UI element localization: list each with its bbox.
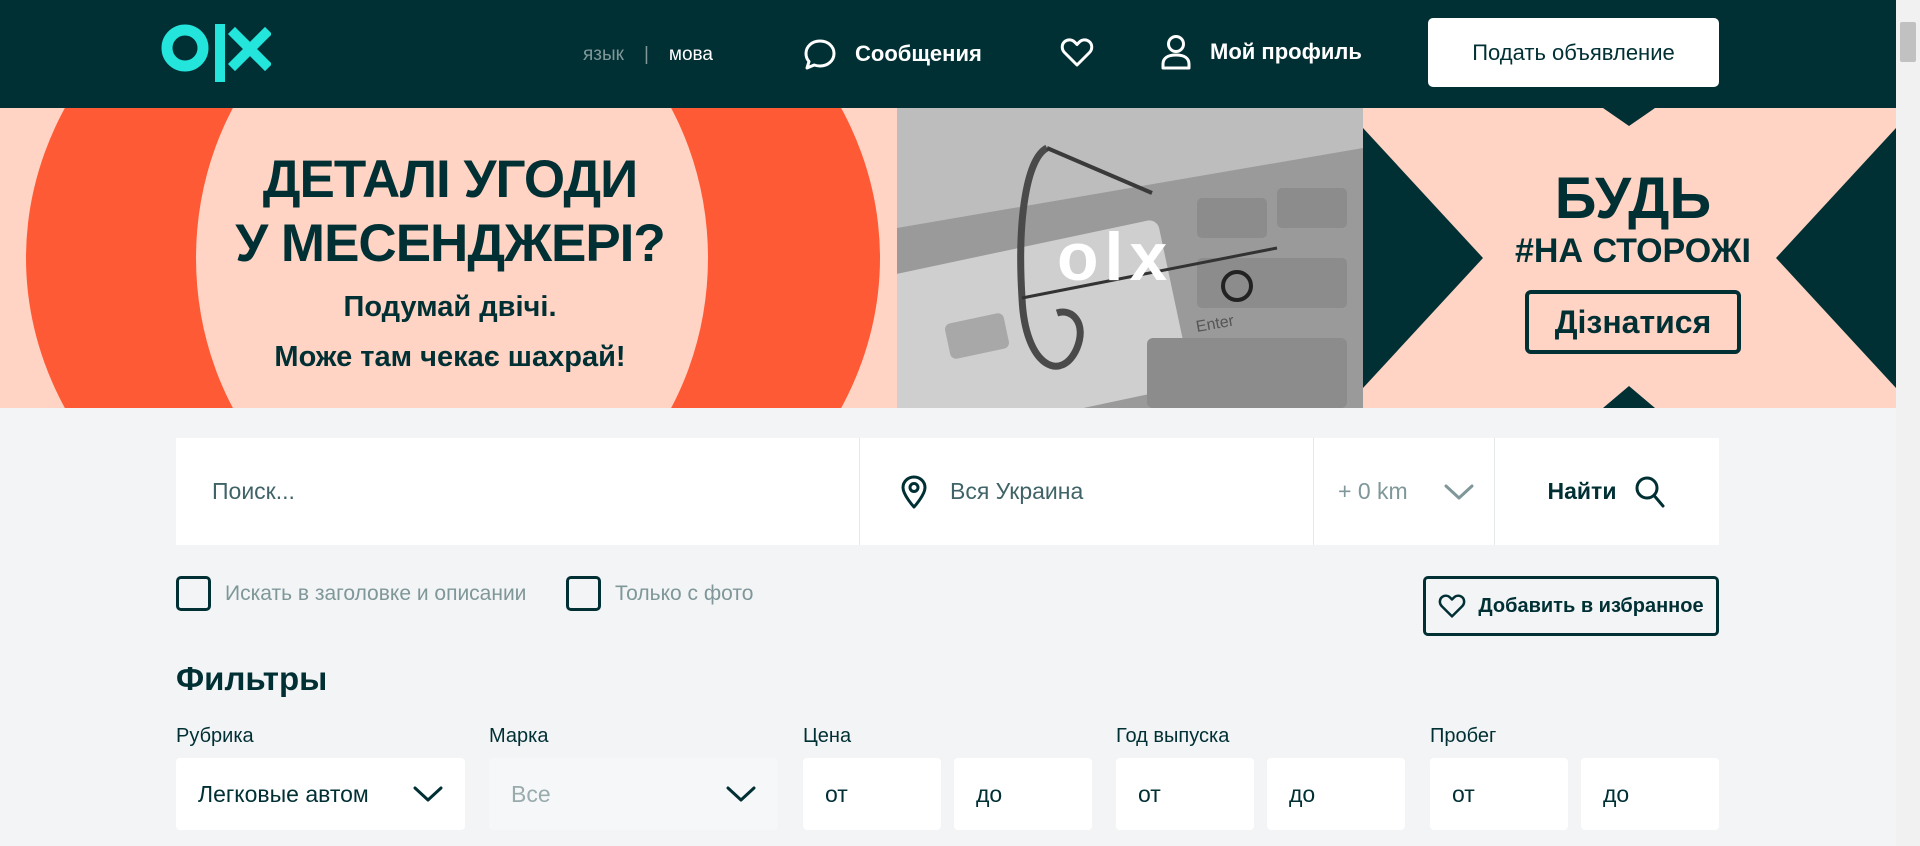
mileage-from-placeholder: от xyxy=(1452,780,1475,807)
brand-label: Марка xyxy=(489,725,549,747)
messages-label: Сообщения xyxy=(855,41,982,66)
chevron-down-icon xyxy=(726,786,756,802)
chevron-down-icon xyxy=(413,786,443,802)
banner-olx-logo: olx xyxy=(1057,219,1174,295)
photo-only-label: Только с фото xyxy=(615,581,754,605)
banner-left-panel: ДЕТАЛІ УГОДИ У МЕСЕНДЖЕРІ? Подумай двічі… xyxy=(0,108,897,408)
search-submit-label: Найти xyxy=(1547,478,1617,504)
banner-right-title: БУДЬ xyxy=(1554,166,1712,231)
location-field-wrap[interactable] xyxy=(860,438,1314,545)
mileage-to-placeholder: до xyxy=(1603,780,1630,807)
brand-value: Все xyxy=(511,780,551,807)
radius-value: + 0 km xyxy=(1338,478,1408,504)
radius-select[interactable]: + 0 km xyxy=(1314,438,1495,545)
add-to-favorites-button[interactable]: Добавить в избранное xyxy=(1423,576,1719,636)
search-input[interactable] xyxy=(212,478,832,505)
banner-right-panel: БУДЬ #НА СТОРОЖІ Дізнатися xyxy=(1363,108,1896,408)
language-switcher: язык | мова xyxy=(583,44,713,66)
search-description-checkbox[interactable] xyxy=(176,576,211,611)
price-from-input[interactable]: от xyxy=(803,758,941,830)
lang-ru-link[interactable]: язык xyxy=(583,44,624,66)
profile-label: Мой профиль xyxy=(1210,39,1362,64)
promo-banner[interactable]: ДЕТАЛІ УГОДИ У МЕСЕНДЖЕРІ? Подумай двічі… xyxy=(0,108,1896,408)
brand-select[interactable]: Все xyxy=(489,758,778,830)
year-label: Год выпуска xyxy=(1116,725,1230,747)
chat-bubble-icon xyxy=(804,39,836,70)
chevron-down-icon xyxy=(1444,484,1474,499)
year-to-input[interactable]: до xyxy=(1267,758,1405,830)
lang-separator: | xyxy=(643,44,649,65)
search-description-label: Искать в заголовке и описании xyxy=(225,581,527,605)
page-scrollbar[interactable] xyxy=(1896,0,1920,846)
add-to-favorites-label: Добавить в избранное xyxy=(1478,594,1704,617)
category-label: Рубрика xyxy=(176,725,254,747)
category-select[interactable]: Легковые автом xyxy=(176,758,465,830)
search-bar: + 0 km Найти xyxy=(176,438,1719,545)
search-description-option[interactable]: Искать в заголовке и описании xyxy=(176,576,526,611)
price-from-placeholder: от xyxy=(825,780,848,807)
mileage-from-input[interactable]: от xyxy=(1430,758,1568,830)
profile-link[interactable]: Мой профиль xyxy=(1160,34,1362,70)
mileage-to-input[interactable]: до xyxy=(1581,758,1719,830)
search-query-wrap xyxy=(176,438,860,545)
banner-left-text: ДЕТАЛІ УГОДИ У МЕСЕНДЖЕРІ? Подумай двічі… xyxy=(200,148,700,376)
lang-ua-link[interactable]: мова xyxy=(669,44,713,66)
top-header: язык | мова Сообщения Мой профиль Подать… xyxy=(0,0,1896,108)
banner-center-photo: Enter olx xyxy=(897,108,1363,408)
user-icon xyxy=(1161,35,1191,70)
location-pin-icon xyxy=(901,475,927,508)
heart-icon xyxy=(1439,593,1466,618)
banner-left-sub-1: Подумай двічі. xyxy=(343,291,557,323)
banner-right-text: БУДЬ #НА СТОРОЖІ Дізнатися xyxy=(1493,168,1773,354)
olx-logo[interactable] xyxy=(161,22,271,84)
search-submit-button[interactable]: Найти xyxy=(1495,438,1719,545)
messages-link[interactable]: Сообщения xyxy=(803,38,982,70)
banner-left-title-1: ДЕТАЛІ УГОДИ xyxy=(262,150,638,209)
price-to-input[interactable]: до xyxy=(954,758,1092,830)
location-input[interactable] xyxy=(950,478,1280,505)
banner-left-sub-2: Може там чекає шахрай! xyxy=(274,341,626,373)
filters-title: Фильтры xyxy=(176,660,328,697)
year-from-placeholder: от xyxy=(1138,780,1161,807)
category-value: Легковые автом xyxy=(198,780,369,807)
banner-right-subtitle: #НА СТОРОЖІ xyxy=(1515,232,1751,270)
year-to-placeholder: до xyxy=(1289,780,1316,807)
banner-learn-more-button[interactable]: Дізнатися xyxy=(1525,290,1741,354)
post-ad-button[interactable]: Подать объявление xyxy=(1428,18,1719,87)
photo-only-checkbox[interactable] xyxy=(566,576,601,611)
favorites-link[interactable] xyxy=(1060,38,1094,68)
search-icon xyxy=(1635,476,1665,507)
scrollbar-thumb[interactable] xyxy=(1900,22,1916,62)
photo-only-option[interactable]: Только с фото xyxy=(566,576,753,611)
price-to-placeholder: до xyxy=(976,780,1003,807)
banner-left-title-2: У МЕСЕНДЖЕРІ? xyxy=(235,214,666,273)
mileage-label: Пробег xyxy=(1430,725,1497,747)
heart-icon xyxy=(1060,38,1094,67)
year-from-input[interactable]: от xyxy=(1116,758,1254,830)
price-label: Цена xyxy=(803,725,852,747)
